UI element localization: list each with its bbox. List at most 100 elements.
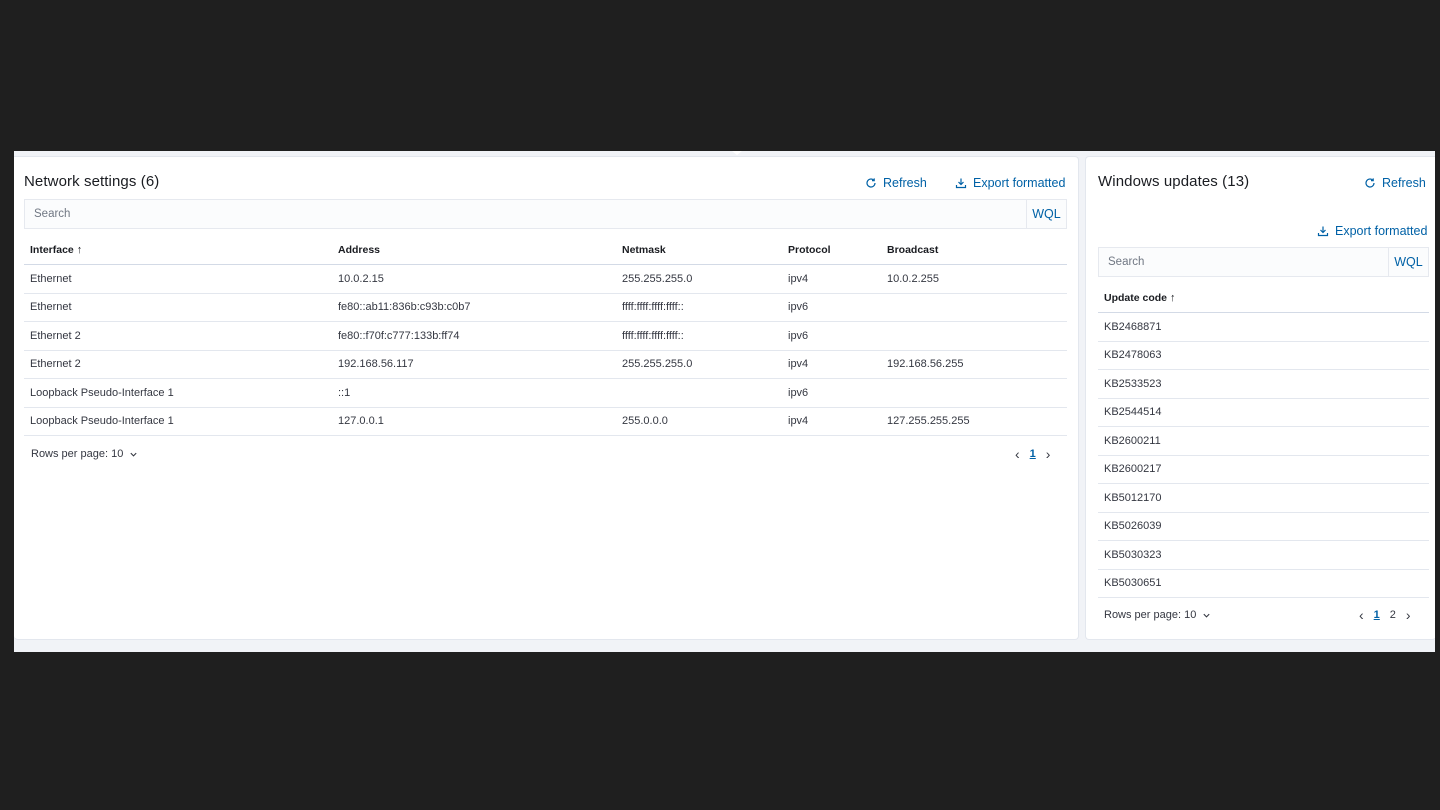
cell-broadcast xyxy=(881,293,1067,322)
updates-rows-per-page[interactable]: Rows per page: 10 xyxy=(1104,609,1211,621)
column-header-address[interactable]: Address xyxy=(332,235,616,265)
cell-interface: Loopback Pseudo-Interface 1 xyxy=(24,378,332,408)
table-row[interactable]: Ethernet 2 fe80::f70f:c777:133b:ff74 fff… xyxy=(24,321,1067,351)
chevron-right-icon[interactable]: › xyxy=(1406,608,1411,622)
updates-pagination: ‹ 1 2 › xyxy=(1359,608,1411,622)
refresh-icon xyxy=(1365,178,1375,188)
cell-netmask: ffff:ffff:ffff:ffff:: xyxy=(616,293,782,322)
page-button-1[interactable]: 1 xyxy=(1374,609,1380,621)
cell-update-code: KB2478063 xyxy=(1098,341,1429,370)
cell-address: ::1 xyxy=(332,378,616,408)
cell-update-code: KB5030323 xyxy=(1098,540,1429,570)
table-row[interactable]: KB5030651 xyxy=(1098,569,1429,598)
column-header-netmask[interactable]: Netmask xyxy=(616,235,782,265)
rows-per-page-label: Rows per page: 10 xyxy=(1104,609,1197,621)
resize-notch xyxy=(732,151,742,155)
cell-update-code: KB5012170 xyxy=(1098,483,1429,513)
network-refresh-button[interactable]: Refresh xyxy=(865,176,927,190)
network-settings-title: Network settings (6) xyxy=(24,173,160,190)
table-row[interactable]: KB2533523 xyxy=(1098,369,1429,399)
cell-update-code: KB2468871 xyxy=(1098,312,1429,342)
table-row[interactable]: KB5026039 xyxy=(1098,512,1429,541)
cell-protocol: ipv4 xyxy=(782,407,881,436)
rows-per-page-label: Rows per page: 10 xyxy=(31,448,124,460)
page-button-2[interactable]: 2 xyxy=(1390,609,1396,621)
cell-address: 192.168.56.117 xyxy=(332,350,616,379)
table-row[interactable]: KB2544514 xyxy=(1098,398,1429,427)
cell-netmask xyxy=(616,378,782,408)
updates-refresh-button[interactable]: Refresh xyxy=(1364,176,1426,190)
updates-search-bar: WQL xyxy=(1098,247,1429,277)
table-row[interactable]: KB5030323 xyxy=(1098,540,1429,570)
windows-updates-title: Windows updates (13) xyxy=(1098,173,1250,190)
column-header-broadcast[interactable]: Broadcast xyxy=(881,235,1067,265)
cell-broadcast xyxy=(881,321,1067,351)
cell-interface: Ethernet 2 xyxy=(24,350,332,379)
chevron-left-icon[interactable]: ‹ xyxy=(1359,608,1364,622)
table-row[interactable]: KB2600211 xyxy=(1098,426,1429,456)
cell-protocol: ipv4 xyxy=(782,264,881,294)
cell-address: fe80::f70f:c777:133b:ff74 xyxy=(332,321,616,351)
column-header-protocol[interactable]: Protocol xyxy=(782,235,881,265)
cell-protocol: ipv6 xyxy=(782,378,881,408)
cell-broadcast: 192.168.56.255 xyxy=(881,350,1067,379)
network-rows-per-page[interactable]: Rows per page: 10 xyxy=(31,448,138,460)
network-search-input[interactable] xyxy=(25,200,1026,228)
table-row[interactable]: KB2600217 xyxy=(1098,455,1429,484)
network-search-bar: WQL xyxy=(24,199,1067,229)
network-wql-toggle[interactable]: WQL xyxy=(1026,200,1066,228)
refresh-icon xyxy=(866,178,876,188)
chevron-left-icon[interactable]: ‹ xyxy=(1015,447,1020,461)
table-row[interactable]: Loopback Pseudo-Interface 1 127.0.0.1 25… xyxy=(24,407,1067,436)
cell-update-code: KB5030651 xyxy=(1098,569,1429,598)
column-header-interface[interactable]: Interface ↑ xyxy=(24,235,332,265)
cell-broadcast: 10.0.2.255 xyxy=(881,264,1067,294)
table-row[interactable]: KB2478063 xyxy=(1098,341,1429,370)
cell-interface: Loopback Pseudo-Interface 1 xyxy=(24,407,332,436)
cell-interface: Ethernet 2 xyxy=(24,321,332,351)
cell-address: 10.0.2.15 xyxy=(332,264,616,294)
updates-export-button[interactable]: Export formatted xyxy=(1317,224,1427,238)
table-row[interactable]: KB5012170 xyxy=(1098,483,1429,513)
cell-address: 127.0.0.1 xyxy=(332,407,616,436)
cell-protocol: ipv6 xyxy=(782,293,881,322)
cell-update-code: KB2600211 xyxy=(1098,426,1429,456)
table-row[interactable]: KB2468871 xyxy=(1098,312,1429,342)
export-label: Export formatted xyxy=(973,176,1066,190)
refresh-label: Refresh xyxy=(1382,176,1426,190)
cell-netmask: 255.255.255.0 xyxy=(616,264,782,294)
cell-netmask: 255.0.0.0 xyxy=(616,407,782,436)
cell-netmask: ffff:ffff:ffff:ffff:: xyxy=(616,321,782,351)
arrow-up-icon: ↑ xyxy=(1170,291,1176,304)
network-export-button[interactable]: Export formatted xyxy=(955,176,1065,190)
window-edge xyxy=(1435,151,1440,652)
dashboard-area: Network settings (6) Refresh Export form… xyxy=(14,151,1436,652)
table-row[interactable]: Loopback Pseudo-Interface 1 ::1 ipv6 xyxy=(24,378,1067,408)
cell-update-code: KB2600217 xyxy=(1098,455,1429,484)
cell-protocol: ipv6 xyxy=(782,321,881,351)
cell-update-code: KB2544514 xyxy=(1098,398,1429,427)
cell-netmask: 255.255.255.0 xyxy=(616,350,782,379)
network-settings-table: Interface ↑ Address Netmask Protocol Broa… xyxy=(24,235,1067,436)
cell-protocol: ipv4 xyxy=(782,350,881,379)
table-row[interactable]: Ethernet fe80::ab11:836b:c93b:c0b7 ffff:… xyxy=(24,293,1067,322)
cell-address: fe80::ab11:836b:c93b:c0b7 xyxy=(332,293,616,322)
column-header-update-code[interactable]: Update code ↑ xyxy=(1098,283,1429,313)
download-icon xyxy=(1317,226,1329,237)
cell-broadcast: 127.255.255.255 xyxy=(881,407,1067,436)
table-row[interactable]: Ethernet 10.0.2.15 255.255.255.0 ipv4 10… xyxy=(24,264,1067,294)
page-button-1[interactable]: 1 xyxy=(1030,448,1036,460)
download-icon xyxy=(955,178,967,189)
chevron-right-icon[interactable]: › xyxy=(1046,447,1051,461)
refresh-label: Refresh xyxy=(883,176,927,190)
updates-wql-toggle[interactable]: WQL xyxy=(1388,248,1428,276)
windows-updates-panel: Windows updates (13) Refresh Export form… xyxy=(1085,156,1436,640)
chevron-down-icon xyxy=(130,452,137,457)
arrow-up-icon: ↑ xyxy=(76,243,83,256)
cell-interface: Ethernet xyxy=(24,264,332,294)
updates-search-input[interactable] xyxy=(1099,248,1388,276)
windows-updates-table: Update code ↑ KB2468871 KB2478063 KB25335… xyxy=(1098,283,1429,598)
chevron-down-icon xyxy=(1203,613,1210,618)
table-row[interactable]: Ethernet 2 192.168.56.117 255.255.255.0 … xyxy=(24,350,1067,379)
cell-interface: Ethernet xyxy=(24,293,332,322)
